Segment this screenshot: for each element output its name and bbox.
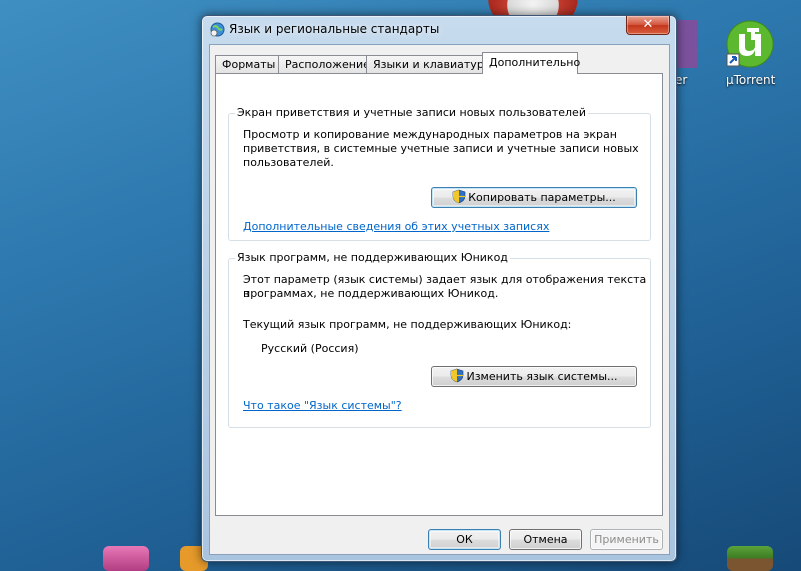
desktop-photo-icon[interactable] bbox=[103, 546, 149, 571]
tab-location[interactable]: Расположение bbox=[278, 55, 370, 73]
uac-shield-icon bbox=[452, 189, 466, 204]
globe-clock-icon bbox=[210, 22, 225, 37]
welcome-description-line-2: приветствия, в системные учетные записи … bbox=[243, 142, 639, 155]
non-unicode-group-legend: Язык программ, не поддерживающих Юникод bbox=[235, 251, 510, 265]
more-info-accounts-link[interactable]: Дополнительные сведения об этих учетных … bbox=[243, 220, 549, 234]
non-unicode-group: Язык программ, не поддерживающих Юникод … bbox=[228, 251, 651, 428]
tab-administrative[interactable]: Дополнительно bbox=[482, 52, 580, 74]
copy-settings-button[interactable]: Копировать параметры... bbox=[431, 187, 637, 208]
change-system-locale-button[interactable]: Изменить язык системы... bbox=[431, 366, 637, 387]
cancel-button[interactable]: Отмена bbox=[509, 529, 582, 550]
change-system-locale-label: Изменить язык системы... bbox=[466, 370, 618, 383]
regional-settings-window: Язык и региональные стандарты ✕ Форматы … bbox=[201, 15, 677, 562]
tab-keyboards-languages[interactable]: Языки и клавиатуры bbox=[366, 55, 493, 73]
welcome-description-line-1: Просмотр и копирование международных пар… bbox=[243, 128, 617, 141]
minecraft-icon[interactable] bbox=[727, 546, 773, 571]
apply-button[interactable]: Применить bbox=[590, 529, 663, 550]
title-bar[interactable]: Язык и региональные стандарты ✕ bbox=[202, 16, 676, 43]
welcome-group-legend: Экран приветствия и учетные записи новых… bbox=[235, 106, 588, 120]
uac-shield-icon bbox=[451, 368, 464, 383]
tab-panel-administrative: Экран приветствия и учетные записи новых… bbox=[215, 73, 663, 516]
close-icon: ✕ bbox=[642, 17, 654, 32]
utorrent-icon bbox=[726, 20, 774, 68]
utorrent-label: µTorrent bbox=[726, 73, 776, 87]
tab-formats[interactable]: Форматы bbox=[215, 55, 279, 73]
current-language-value: Русский (Россия) bbox=[261, 342, 359, 355]
non-unicode-description-line-2: программах, не поддерживающих Юникод. bbox=[243, 287, 499, 300]
welcome-description-line-3: пользователей. bbox=[243, 156, 334, 169]
utorrent-desktop-icon[interactable] bbox=[725, 20, 775, 70]
window-title: Язык и региональные стандарты bbox=[229, 22, 440, 36]
what-is-system-locale-link[interactable]: Что такое "Язык системы"? bbox=[243, 399, 402, 413]
copy-settings-label: Копировать параметры... bbox=[468, 191, 616, 204]
welcome-screen-group: Экран приветствия и учетные записи новых… bbox=[228, 106, 651, 241]
current-language-label: Текущий язык программ, не поддерживающих… bbox=[243, 318, 572, 331]
dialog-client-area: Форматы Расположение Языки и клавиатуры … bbox=[209, 44, 670, 555]
ok-button[interactable]: ОК bbox=[428, 529, 501, 550]
close-button[interactable]: ✕ bbox=[626, 16, 670, 35]
